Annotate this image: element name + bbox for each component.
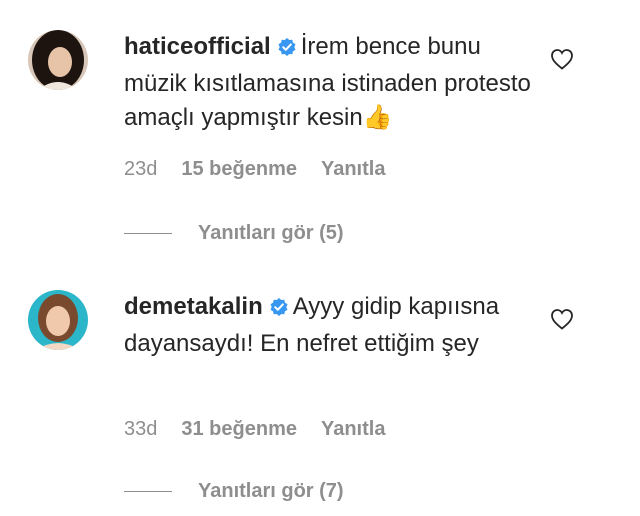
- comment-2-likes[interactable]: 31 beğenme: [181, 418, 297, 441]
- comment-2-username[interactable]: demetakalin: [124, 293, 263, 320]
- comment-1-age[interactable]: 23d: [124, 158, 157, 181]
- verified-badge-icon: [269, 293, 289, 327]
- comment-1-meta: 23d 15 beğenme Yanıtla: [124, 158, 385, 181]
- comment-2-age[interactable]: 33d: [124, 418, 157, 441]
- comment-1-view-replies[interactable]: Yanıtları gör (5): [124, 222, 344, 245]
- comment-2-view-replies[interactable]: Yanıtları gör (7): [124, 480, 344, 503]
- comment-2-meta: 33d 31 beğenme Yanıtla: [124, 418, 385, 441]
- comment-1-view-replies-label: Yanıtları gör (5): [198, 222, 344, 244]
- comment-1-username[interactable]: haticeofficial: [124, 33, 271, 60]
- thumbs-up-emoji: 👍: [362, 104, 393, 131]
- comment-1-likes[interactable]: 15 beğenme: [181, 158, 297, 181]
- heart-icon[interactable]: [550, 48, 574, 75]
- comment-2-view-replies-label: Yanıtları gör (7): [198, 480, 344, 502]
- comment-1-body: haticeofficial İrem bence bunu müzik kıs…: [124, 30, 534, 135]
- avatar-demetakalin[interactable]: [28, 290, 88, 350]
- divider-line: [124, 233, 172, 234]
- heart-icon[interactable]: [550, 308, 574, 335]
- comment-2-reply-button[interactable]: Yanıtla: [321, 418, 385, 441]
- divider-line: [124, 491, 172, 492]
- avatar-haticeofficial[interactable]: [28, 30, 88, 90]
- comment-2-body: demetakalin Ayyy gidip kapıısna dayansay…: [124, 290, 534, 361]
- comment-1-reply-button[interactable]: Yanıtla: [321, 158, 385, 181]
- verified-badge-icon: [277, 33, 297, 67]
